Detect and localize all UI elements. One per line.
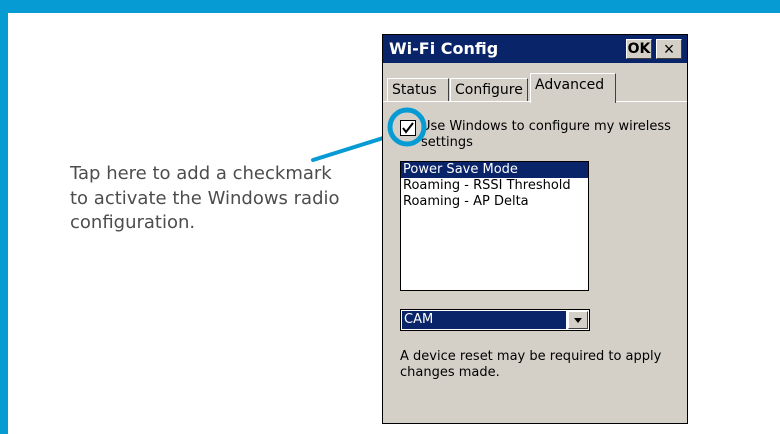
advanced-settings-list[interactable]: Power Save Mode Roaming - RSSI Threshold… <box>400 161 589 291</box>
list-item[interactable]: Roaming - RSSI Threshold <box>401 178 588 194</box>
setting-value-dropdown[interactable]: CAM <box>400 309 590 331</box>
tab-configure[interactable]: Configure <box>450 78 528 102</box>
tab-status[interactable]: Status <box>387 78 449 102</box>
list-item[interactable]: Roaming - AP Delta <box>401 194 588 210</box>
chevron-down-icon <box>574 318 582 323</box>
checkbox-label: Use Windows to configure my wireless set… <box>421 119 671 150</box>
wifi-config-window: Wi-Fi Config OK × Status Configure Advan… <box>382 34 688 424</box>
reset-note: A device reset may be required to apply … <box>400 349 662 380</box>
close-button[interactable]: × <box>656 39 682 59</box>
window-title: Wi-Fi Config <box>389 39 499 58</box>
dropdown-arrow-button[interactable] <box>568 311 588 329</box>
tab-advanced[interactable]: Advanced <box>530 73 616 103</box>
checkmark-icon <box>402 122 414 134</box>
dropdown-value: CAM <box>402 311 566 329</box>
ok-button[interactable]: OK <box>626 39 652 59</box>
use-windows-checkbox[interactable] <box>400 120 416 136</box>
titlebar: Wi-Fi Config OK × <box>383 35 687 63</box>
list-item[interactable]: Power Save Mode <box>401 162 588 178</box>
